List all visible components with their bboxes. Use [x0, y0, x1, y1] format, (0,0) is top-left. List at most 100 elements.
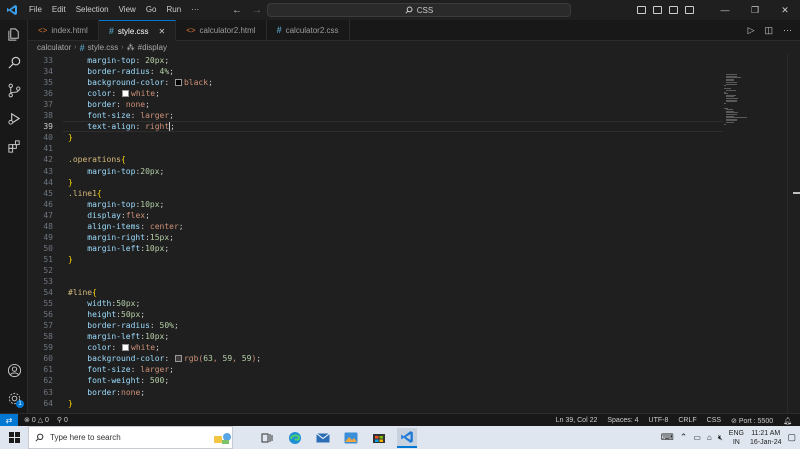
keyboard-icon[interactable]: ⌨: [661, 432, 674, 443]
close-window-button[interactable]: ✕: [770, 0, 800, 20]
menu-item[interactable]: View: [114, 0, 141, 20]
split-editor-icon[interactable]: ◫: [764, 25, 773, 36]
windows-start-button[interactable]: [0, 426, 28, 449]
code-line[interactable]: 48 align-items: center;: [28, 221, 728, 232]
restore-button[interactable]: ❐: [740, 0, 770, 20]
code-editor[interactable]: 33 margin-top: 20px; 34 border-radius: 4%…: [28, 54, 800, 413]
breadcrumb-folder[interactable]: calculator: [37, 43, 71, 52]
taskbar-clock[interactable]: 11:21 AM 16-Jan-24: [750, 429, 782, 447]
extensions-icon[interactable]: [6, 138, 22, 154]
code-line[interactable]: 47 display:flex;: [28, 210, 728, 221]
toggle-panel-icon[interactable]: [653, 6, 662, 14]
more-actions-icon[interactable]: ···: [783, 25, 792, 35]
code-line[interactable]: 36 color: white;: [28, 88, 728, 99]
code-line[interactable]: 64}: [28, 398, 728, 409]
close-tab-icon[interactable]: ✕: [159, 27, 166, 36]
menu-item[interactable]: Selection: [71, 0, 114, 20]
code-line[interactable]: 43 margin-top:20px;: [28, 166, 728, 177]
code-line[interactable]: 62 font-weight: 500;: [28, 375, 728, 386]
code-line[interactable]: 38 font-size: larger;: [28, 110, 728, 121]
menu-item[interactable]: Go: [141, 0, 162, 20]
minimap[interactable]: [724, 54, 784, 125]
encoding[interactable]: UTF-8: [649, 417, 669, 424]
menu-item[interactable]: Run: [161, 0, 186, 20]
code-line[interactable]: 54 #line{: [28, 287, 728, 298]
input-language[interactable]: ENG IN: [729, 429, 744, 447]
volume-muted-icon[interactable]: 🔇︎: [718, 433, 723, 443]
show-hidden-icons-chevron-up-icon[interactable]: ⌃: [680, 432, 688, 443]
color-swatch[interactable]: [174, 355, 182, 363]
code-line[interactable]: 37 border: none;: [28, 99, 728, 110]
editor-tab[interactable]: # style.css ✕: [98, 20, 177, 41]
photos-icon[interactable]: [341, 428, 361, 448]
code-line[interactable]: 46 margin-top:10px;: [28, 199, 728, 210]
code-line[interactable]: 49 margin-right:15px;: [28, 232, 728, 243]
code-line[interactable]: 42 .operations{: [28, 154, 728, 165]
code-line[interactable]: 55 width:50px;: [28, 298, 728, 309]
color-swatch[interactable]: [122, 90, 129, 98]
vscode-taskbar-icon[interactable]: [397, 427, 417, 448]
color-swatch[interactable]: [122, 344, 129, 352]
task-view-icon[interactable]: [257, 428, 277, 448]
manage-gear-icon[interactable]: 1: [6, 390, 24, 408]
source-control-icon[interactable]: [6, 82, 22, 98]
edge-browser-icon[interactable]: [285, 428, 305, 448]
breadcrumb-file[interactable]: style.css: [88, 43, 119, 52]
accounts-icon[interactable]: [6, 362, 22, 378]
code-line[interactable]: 56 height:50px;: [28, 309, 728, 320]
toggle-primary-sidebar-icon[interactable]: [637, 6, 646, 14]
code-line[interactable]: 39 text-align: right;: [28, 121, 728, 132]
editor-tab[interactable]: <> calculator2.html: [176, 20, 267, 40]
run-file-icon[interactable]: ▷: [748, 25, 755, 36]
code-line[interactable]: 40}: [28, 132, 728, 143]
code-line[interactable]: 52: [28, 265, 728, 276]
editor-tab[interactable]: # calculator2.css: [267, 20, 350, 40]
battery-icon[interactable]: ▭: [693, 433, 701, 442]
code-line[interactable]: 53: [28, 276, 728, 287]
menu-item[interactable]: File: [24, 0, 47, 20]
remote-indicator-icon[interactable]: ⇄: [0, 413, 18, 427]
search-highlight-icon[interactable]: [213, 428, 233, 448]
language-mode[interactable]: CSS: [707, 417, 721, 424]
code-line[interactable]: 57 border-radius: 50%;: [28, 320, 728, 331]
code-line[interactable]: 61 font-size: larger;: [28, 364, 728, 375]
code-line[interactable]: 34 border-radius: 4%;: [28, 66, 728, 77]
network-icon[interactable]: ⌂: [707, 433, 712, 442]
back-arrow-icon[interactable]: ←: [232, 5, 242, 16]
color-swatch[interactable]: [174, 79, 182, 87]
code-line[interactable]: 51}: [28, 254, 728, 265]
scrollbar-thumb[interactable]: [793, 192, 800, 194]
run-debug-icon[interactable]: [6, 110, 22, 126]
command-center-search[interactable]: CSS: [267, 3, 571, 17]
code-line[interactable]: 63 border:none;: [28, 387, 728, 398]
code-line[interactable]: 44}: [28, 177, 728, 188]
search-view-icon[interactable]: [6, 54, 22, 70]
breadcrumb-symbol[interactable]: #display: [138, 43, 167, 52]
cursor-position[interactable]: Ln 39, Col 22: [556, 417, 598, 424]
minimize-button[interactable]: —: [710, 0, 740, 20]
ports-status[interactable]: ⚲ 0: [57, 416, 68, 424]
mail-icon[interactable]: [313, 428, 333, 448]
toggle-secondary-sidebar-icon[interactable]: [669, 6, 678, 14]
menu-item[interactable]: Edit: [47, 0, 71, 20]
problems-status[interactable]: ⊗ 0 △ 0: [24, 416, 49, 424]
taskbar-search-box[interactable]: Type here to search: [28, 426, 233, 449]
notifications-bell-icon[interactable]: 🔔︎: [783, 417, 792, 425]
code-line[interactable]: 58 margin-left:10px;: [28, 331, 728, 342]
line-ending[interactable]: CRLF: [678, 417, 696, 424]
code-line[interactable]: 59 color: white;: [28, 342, 728, 353]
customize-layout-icon[interactable]: [685, 6, 694, 14]
code-line[interactable]: 50 margin-left:10px;: [28, 243, 728, 254]
notification-center-icon[interactable]: ▢: [787, 432, 796, 443]
editor-tab[interactable]: <> index.html: [28, 20, 99, 40]
indentation[interactable]: Spaces: 4: [607, 417, 638, 424]
code-line[interactable]: 45 .line1{: [28, 188, 728, 199]
code-line[interactable]: 35 background-color: black;: [28, 77, 728, 88]
code-line[interactable]: 33 margin-top: 20px;: [28, 55, 728, 66]
microsoft-store-icon[interactable]: [369, 428, 389, 448]
explorer-icon[interactable]: [6, 26, 22, 42]
menu-item[interactable]: ···: [186, 0, 204, 20]
forward-arrow-icon[interactable]: →: [252, 5, 262, 16]
code-line[interactable]: 60 background-color: rgb(63, 59, 59);: [28, 353, 728, 364]
editor-scrollbar[interactable]: [787, 54, 800, 413]
